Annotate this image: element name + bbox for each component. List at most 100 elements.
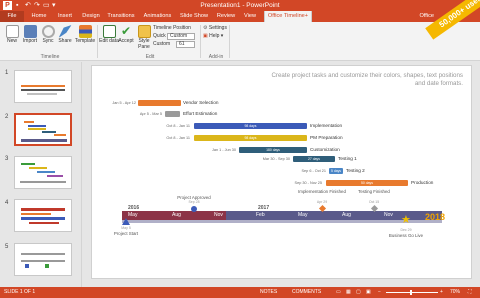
- timeline-shadow: [122, 220, 442, 223]
- zoom-slider-thumb[interactable]: [410, 290, 412, 295]
- task-name[interactable]: Customization: [310, 147, 340, 152]
- reading-view-icon[interactable]: ▢: [356, 287, 361, 298]
- milestone-label[interactable]: Testing Finished: [354, 189, 394, 194]
- user-account[interactable]: Office: [419, 11, 434, 22]
- slide-header-text[interactable]: Create project tasks and customize their…: [263, 72, 463, 88]
- tab-insert[interactable]: Insert: [54, 11, 76, 22]
- milestone-date: Oct 15: [368, 200, 380, 204]
- fit-slide-icon[interactable]: ⛶: [468, 287, 472, 298]
- slide-thumbnail[interactable]: [14, 156, 72, 189]
- new-button[interactable]: New: [2, 24, 22, 53]
- slide-thumbnail-selected[interactable]: [14, 113, 72, 146]
- month-label: Nov: [214, 212, 223, 218]
- slide-number: 4: [5, 200, 9, 206]
- task-bar[interactable]: 98 days: [194, 123, 307, 129]
- tab-office-timeline[interactable]: Office Timeline+: [264, 11, 312, 22]
- task-bar[interactable]: [165, 111, 180, 117]
- style-pane-icon: [137, 25, 151, 38]
- slide-thumbnail[interactable]: [14, 199, 72, 232]
- month-label: Aug: [172, 212, 181, 218]
- tab-transitions[interactable]: Transitions: [105, 11, 137, 22]
- task-dates: Oct 8 - Jan 11: [166, 124, 190, 128]
- accept-button[interactable]: ✔ Accept: [116, 24, 136, 53]
- template-button[interactable]: Template: [74, 24, 96, 53]
- template-icon: [78, 25, 92, 38]
- tab-view[interactable]: View: [240, 11, 260, 22]
- group-edit-label: Edit: [145, 54, 155, 60]
- milestone-date: Apr 29: [316, 200, 328, 204]
- task-dates: Jan 5 - Apr 12: [112, 101, 136, 105]
- zoom-in-icon[interactable]: +: [440, 287, 443, 298]
- flag-icon[interactable]: [122, 218, 130, 225]
- slide-counter: SLIDE 1 OF 1: [4, 289, 36, 295]
- import-button[interactable]: Import: [20, 24, 40, 53]
- settings-button[interactable]: ⚙ Settings: [203, 25, 227, 32]
- task-name[interactable]: Vendor Selection: [183, 100, 218, 105]
- slide-sorter-icon[interactable]: ▦: [346, 287, 351, 298]
- tab-review[interactable]: Review: [214, 11, 238, 22]
- app-window: P ▪ ↶ ↷ ▭ ▾ Presentation1 - PowerPoint F…: [0, 0, 480, 298]
- tab-home[interactable]: Home: [28, 11, 50, 22]
- help-button[interactable]: ▣ Help ▾: [203, 33, 223, 40]
- circle-milestone-icon[interactable]: [191, 206, 197, 212]
- task-name[interactable]: Production: [411, 180, 433, 185]
- milestone-label[interactable]: Project Start: [106, 231, 146, 236]
- zoom-level[interactable]: 70%: [450, 287, 460, 298]
- slide-number: 3: [5, 156, 9, 162]
- task-name[interactable]: Implementation: [310, 123, 342, 128]
- task-bar[interactable]: 50 days: [326, 180, 408, 186]
- task-bar[interactable]: 180 days: [239, 147, 307, 153]
- slide-thumbnail[interactable]: [14, 243, 72, 276]
- edit-data-icon: [102, 25, 116, 38]
- slideshow-view-icon[interactable]: ▣: [366, 287, 371, 298]
- slide-canvas[interactable]: Create project tasks and customize their…: [92, 66, 471, 278]
- notes-button[interactable]: NOTES: [260, 287, 277, 298]
- comments-button[interactable]: COMMENTS: [292, 287, 321, 298]
- style-pane-button[interactable]: Style Pane: [134, 24, 154, 53]
- help-icon: ▣: [203, 33, 208, 39]
- sync-icon: [41, 25, 55, 38]
- quick-select[interactable]: Custom: [167, 33, 195, 40]
- group-timeline-label: Timeline: [40, 54, 60, 60]
- milestone-label[interactable]: Business Go Live: [384, 233, 428, 238]
- task-bar[interactable]: 27 days: [293, 156, 335, 162]
- slide-thumbnails-pane[interactable]: 1 2 3 4 5: [0, 62, 82, 287]
- custom-input[interactable]: 61: [176, 41, 195, 48]
- tab-animations[interactable]: Animations: [141, 11, 174, 22]
- star-milestone-icon[interactable]: ★: [401, 215, 411, 226]
- task-bar[interactable]: 5 days: [329, 168, 343, 174]
- window-title: Presentation1 - PowerPoint: [200, 2, 280, 9]
- task-dates: Oct 8 - Jan 11: [166, 136, 190, 140]
- task-name[interactable]: Effort Estimation: [183, 111, 217, 116]
- month-label: Nov: [384, 212, 393, 218]
- title-bar: P ▪ ↶ ↷ ▭ ▾ Presentation1 - PowerPoint: [0, 0, 480, 11]
- ribbon: New Import Sync Share Template Edit data…: [0, 22, 480, 61]
- status-bar: SLIDE 1 OF 1 NOTES COMMENTS ▭ ▦ ▢ ▣ − + …: [0, 287, 480, 298]
- zoom-out-icon[interactable]: −: [378, 287, 381, 298]
- timeline-position-label: Timeline Position: [153, 25, 191, 31]
- normal-view-icon[interactable]: ▭: [336, 287, 341, 298]
- task-bar[interactable]: [138, 100, 181, 106]
- task-bar[interactable]: 98 days: [194, 135, 307, 141]
- slide-number: 5: [5, 244, 9, 250]
- task-dates: Mar 30 - Sep 30: [262, 157, 290, 161]
- month-label: Feb: [256, 212, 265, 218]
- zoom-slider[interactable]: [386, 292, 438, 293]
- task-name[interactable]: Testing 2: [346, 168, 365, 173]
- milestone-date: Sep 28: [188, 200, 200, 204]
- share-button[interactable]: Share: [55, 24, 75, 53]
- task-dates: Apr 5 - Mar 5: [139, 112, 162, 116]
- task-dates: Jan 1 - Jun 30: [211, 148, 236, 152]
- month-label: Aug: [342, 212, 351, 218]
- quick-label: Quick: [153, 33, 166, 39]
- task-dates: Sep 6 - Oct 21: [301, 169, 326, 173]
- tab-file[interactable]: File: [0, 11, 24, 22]
- tab-slide-show[interactable]: Slide Show: [178, 11, 210, 22]
- import-icon: [23, 25, 37, 38]
- new-icon: [5, 25, 19, 38]
- tab-design[interactable]: Design: [80, 11, 102, 22]
- task-name[interactable]: Testing 1: [338, 156, 357, 161]
- milestone-label[interactable]: Implementation Finished: [296, 189, 348, 194]
- task-name[interactable]: PM Preparation: [310, 135, 343, 140]
- slide-thumbnail[interactable]: [14, 70, 72, 103]
